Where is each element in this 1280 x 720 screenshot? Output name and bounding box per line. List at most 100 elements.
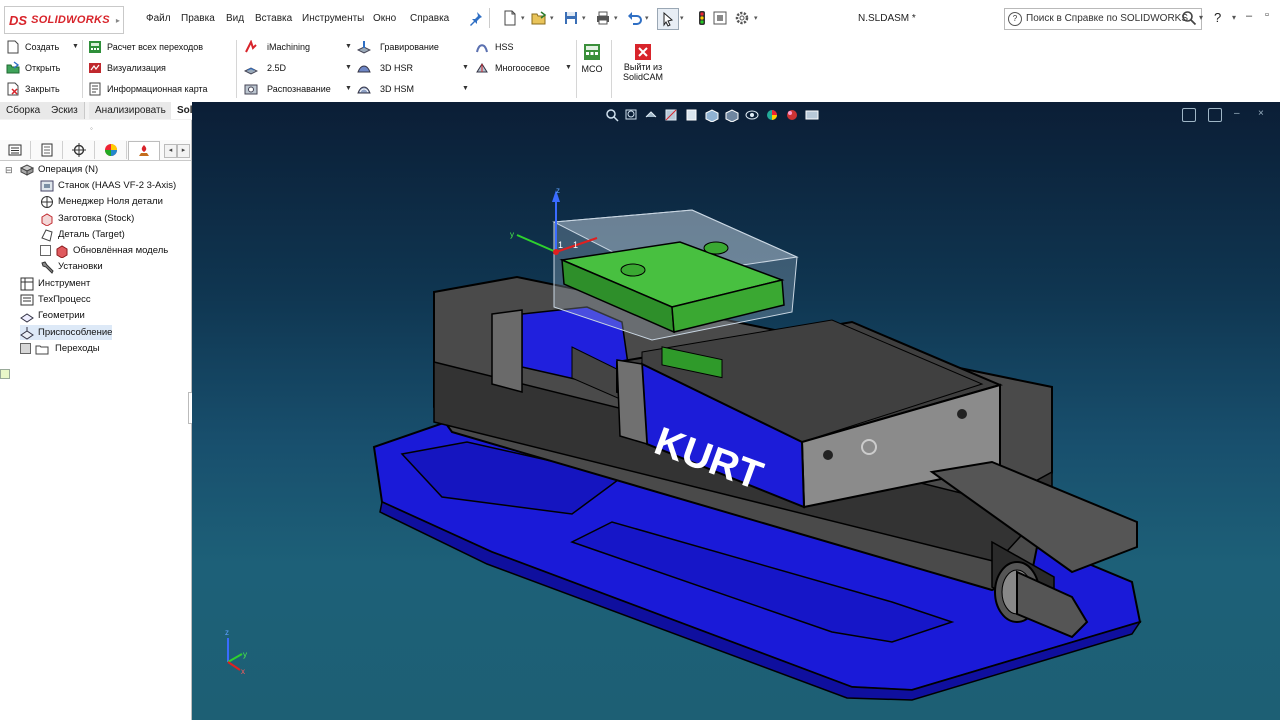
origin-marker-icon [0, 369, 10, 379]
mco-label: MCO [581, 64, 603, 74]
print-dropdown-icon[interactable]: ▾ [614, 14, 618, 22]
new-doc-icon[interactable] [502, 10, 518, 26]
multiaxis-button[interactable]: Многоосевое [475, 59, 550, 77]
tree-item-settings[interactable]: Установки [40, 259, 103, 274]
open-button[interactable]: Открыть [6, 59, 60, 77]
milling-25d-button[interactable]: 2.5D [243, 59, 286, 77]
tree-item-part-zero[interactable]: Менеджер Ноля детали [40, 194, 163, 209]
appearance-tab[interactable] [96, 141, 127, 159]
mco-button[interactable]: MCO [580, 42, 604, 74]
tree-item-fixture[interactable]: Приспособление [20, 325, 113, 340]
graphics-area[interactable]: – × KURT z y 1 1 z y x [192, 102, 1280, 720]
traffic-light-icon[interactable] [694, 10, 710, 26]
search-icon[interactable] [1181, 10, 1197, 28]
menu-edit[interactable]: Правка [181, 13, 215, 24]
open-dropdown-icon[interactable]: ▾ [550, 14, 554, 22]
menu-insert[interactable]: Вставка [255, 13, 292, 24]
select-button[interactable] [657, 8, 679, 30]
feature-tree-tab[interactable] [0, 141, 31, 159]
solidworks-logo[interactable]: DS SOLIDWORKS ▸ [4, 6, 124, 34]
panel-scroll-left-icon[interactable]: ◂ [164, 144, 177, 158]
create-button[interactable]: Создать [6, 38, 59, 56]
new-doc-dropdown-icon[interactable]: ▾ [521, 14, 525, 22]
exit-icon [635, 44, 651, 60]
panel-scroll-right-icon[interactable]: ▸ [177, 144, 190, 158]
operation-icon [19, 163, 35, 177]
tree-item-target[interactable]: Деталь (Target) [40, 227, 125, 242]
menu-tools[interactable]: Инструменты [302, 13, 364, 24]
crosshair-icon [72, 143, 86, 157]
tree-collapse-icon[interactable]: ⊟ [5, 165, 13, 176]
undo-dropdown-icon[interactable]: ▾ [645, 14, 649, 22]
tab-sketch[interactable]: Эскиз [45, 102, 85, 119]
select-dropdown-icon[interactable]: ▾ [680, 14, 684, 22]
calculate-all-label: Расчет всех переходов [107, 42, 204, 52]
coordinate-system-icon [40, 195, 54, 209]
tab-evaluate[interactable]: Анализировать [89, 102, 173, 119]
menu-view[interactable]: Вид [226, 13, 244, 24]
restore-icon[interactable]: ▫ [1265, 9, 1269, 21]
help-search-placeholder: Поиск в Справке по SOLIDWORKS [1026, 13, 1189, 24]
menu-file[interactable]: Файл [146, 13, 171, 24]
tree-item-machine[interactable]: Станок (HAAS VF-2 3-Axis) [40, 178, 176, 193]
3d-hsm-dropdown-icon[interactable]: ▼ [462, 85, 469, 92]
3d-hsr-dropdown-icon[interactable]: ▼ [462, 64, 469, 71]
pin-icon[interactable] [468, 10, 484, 26]
exit-label-line2: SolidCAM [622, 72, 663, 82]
close-button[interactable]: Закрыть [6, 80, 60, 98]
help-dropdown-icon[interactable]: ▾ [1232, 13, 1236, 22]
tab-assembly[interactable]: Сборка [0, 102, 48, 119]
3d-hsr-button[interactable]: 3D HSR [357, 59, 413, 77]
save-icon[interactable] [563, 10, 579, 26]
menu-window[interactable]: Окно [373, 13, 396, 24]
tree-item-process[interactable]: ТехПроцесс [20, 292, 91, 307]
minimize-icon[interactable]: – [1246, 10, 1252, 22]
recognition-dropdown-icon[interactable]: ▼ [345, 85, 352, 92]
process-icon [20, 293, 34, 307]
create-dropdown-icon[interactable]: ▼ [72, 43, 79, 50]
configuration-tab[interactable] [64, 141, 95, 159]
multiaxis-dropdown-icon[interactable]: ▼ [565, 64, 572, 71]
engraving-button[interactable]: Гравирование [356, 38, 439, 56]
options-dropdown-icon[interactable]: ▾ [754, 14, 758, 22]
tree-item-label: Станок (HAAS VF-2 3-Axis) [58, 180, 177, 191]
3d-hsm-button[interactable]: 3D HSM [357, 80, 414, 98]
help-button[interactable]: ? [1214, 10, 1221, 25]
search-dropdown-icon[interactable]: ▾ [1199, 13, 1203, 22]
recognition-button[interactable]: Распознавание [244, 80, 331, 98]
info-card-icon [88, 82, 102, 96]
hss-button[interactable]: HSS [475, 38, 514, 56]
panel-tabs: ◂ ▸ [0, 140, 191, 161]
property-manager-tab[interactable] [32, 141, 63, 159]
solidcam-manager-tab[interactable] [128, 141, 160, 160]
selection-filter-icon[interactable] [712, 10, 728, 26]
save-dropdown-icon[interactable]: ▾ [582, 14, 586, 22]
tree-item-tool[interactable]: Инструмент [20, 276, 90, 291]
tree-item-label: Установки [58, 261, 103, 272]
gear-icon[interactable] [734, 10, 750, 26]
calculate-all-button[interactable]: Расчет всех переходов [88, 38, 203, 56]
help-search-input[interactable]: ? Поиск в Справке по SOLIDWORKS [1004, 8, 1202, 30]
updated-model-checkbox[interactable] [40, 245, 51, 256]
operations-checkbox[interactable] [20, 343, 31, 354]
open-icon[interactable] [531, 10, 547, 26]
triad-z-label: z [225, 628, 229, 637]
stock-icon [40, 212, 54, 227]
undo-icon[interactable] [627, 10, 643, 26]
visualization-button[interactable]: Визуализация [88, 59, 166, 77]
color-wheel-icon [105, 144, 117, 156]
panel-grip-icon[interactable]: ◦ [90, 124, 93, 133]
milling-25d-dropdown-icon[interactable]: ▼ [345, 64, 352, 71]
print-icon[interactable] [595, 10, 611, 26]
imachining-button[interactable]: iMachining [244, 38, 310, 56]
tree-item-geometry[interactable]: Геометрии [20, 308, 85, 323]
menu-help[interactable]: Справка [410, 13, 449, 24]
tree-item-stock[interactable]: Заготовка (Stock) [40, 211, 134, 227]
tree-item-operations[interactable]: Переходы [20, 341, 100, 356]
vise-model[interactable]: KURT z y 1 1 z y x [192, 102, 1280, 720]
info-card-button[interactable]: Информационная карта [88, 80, 208, 98]
exit-solidcam-button[interactable]: Выйти из SolidCAM [618, 44, 668, 82]
tree-item-operation[interactable]: Операция (N) [19, 162, 98, 177]
tree-item-updated-model[interactable]: Обновлённая модель [40, 243, 168, 259]
imachining-dropdown-icon[interactable]: ▼ [345, 43, 352, 50]
